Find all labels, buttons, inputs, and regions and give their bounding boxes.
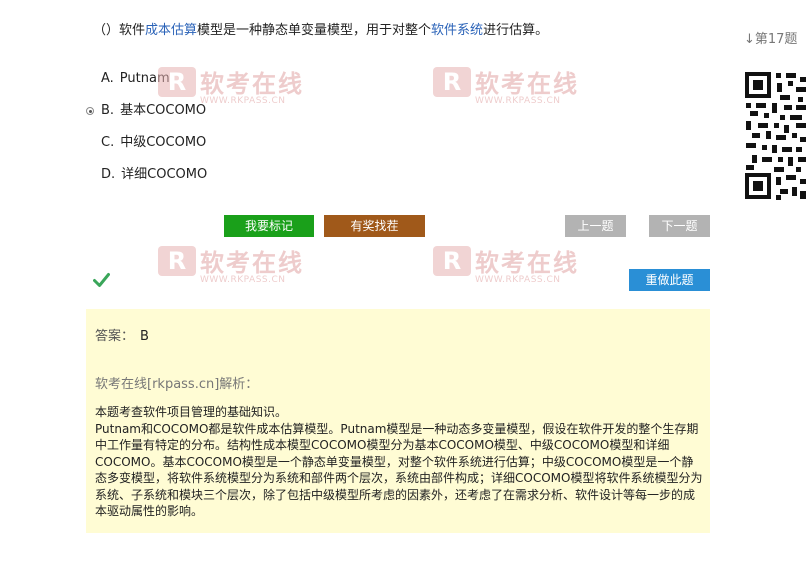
option-letter: A. [101,71,114,86]
watermark-brand: 软考在线 [200,249,304,277]
option-a[interactable]: A. Putnam [86,70,170,88]
answer-value: B [140,329,149,344]
correct-check-icon [93,273,110,287]
qr-code-icon [744,71,806,201]
watermark-url: WWW.RKPASS.CN [475,96,561,106]
watermark-logo: R 软考在线 WWW.RKPASS.CN [158,243,304,285]
keyword-link-software-system[interactable]: 软件系统 [431,23,483,38]
watermark-r-icon: R [433,245,471,276]
redo-question-button[interactable]: 重做此题 [629,269,710,291]
watermark-url: WWW.RKPASS.CN [200,275,286,285]
analysis-text: 本题考查软件项目管理的基础知识。 Putnam和COCOMO都是软件成本估算模型… [95,404,705,520]
answer-line: 答案： B [95,325,149,344]
question-number-label[interactable]: ↓第17题 [744,28,797,47]
option-label: 中级COCOMO [120,135,207,150]
question-suffix: 进行估算。 [483,23,549,38]
watermark-brand: 软考在线 [475,249,579,277]
analysis-paragraph: 本题考查软件项目管理的基础知识。 [95,405,288,419]
watermark-url: WWW.RKPASS.CN [475,275,561,285]
analysis-paragraph: Putnam和COCOMO都是软件成本估算模型。Putnam模型是一种动态多变量… [95,421,703,519]
keyword-link-cost-estimation[interactable]: 成本估算 [145,23,197,38]
analysis-title: 软考在线[rkpass.cn]解析： [95,377,259,392]
option-label: 基本COCOMO [120,103,207,118]
option-letter: C. [101,135,115,150]
watermark-logo: R 软考在线 WWW.RKPASS.CN [158,64,304,106]
watermark-brand: 软考在线 [200,70,304,98]
option-c[interactable]: C. 中级COCOMO [86,134,206,152]
report-error-button[interactable]: 有奖找茬 [324,215,425,237]
option-d[interactable]: D. 详细COCOMO [86,166,207,184]
watermark-brand: 软考在线 [475,70,579,98]
option-letter: D. [101,167,116,182]
next-question-button[interactable]: 下一题 [649,215,710,237]
option-label: Putnam [119,71,170,86]
question-text: （）软件成本估算模型是一种静态单变量模型，用于对整个软件系统进行估算。 [93,22,548,40]
watermark-logo: R 软考在线 WWW.RKPASS.CN [433,243,579,285]
watermark-r-icon: R [433,66,471,97]
answer-label: 答案： [95,329,135,344]
option-letter: B. [101,103,115,118]
watermark-url: WWW.RKPASS.CN [200,96,286,106]
watermark-logo: R 软考在线 WWW.RKPASS.CN [433,64,579,106]
radio-selected-icon[interactable] [86,107,94,115]
watermark-r-icon: R [158,245,196,276]
question-middle: 模型是一种静态单变量模型，用于对整个 [197,23,432,38]
option-b[interactable]: B. 基本COCOMO [86,102,206,120]
question-prefix: （）软件 [93,23,146,38]
mark-button[interactable]: 我要标记 [224,215,314,237]
previous-question-button[interactable]: 上一题 [565,215,626,237]
option-label: 详细COCOMO [121,167,208,182]
